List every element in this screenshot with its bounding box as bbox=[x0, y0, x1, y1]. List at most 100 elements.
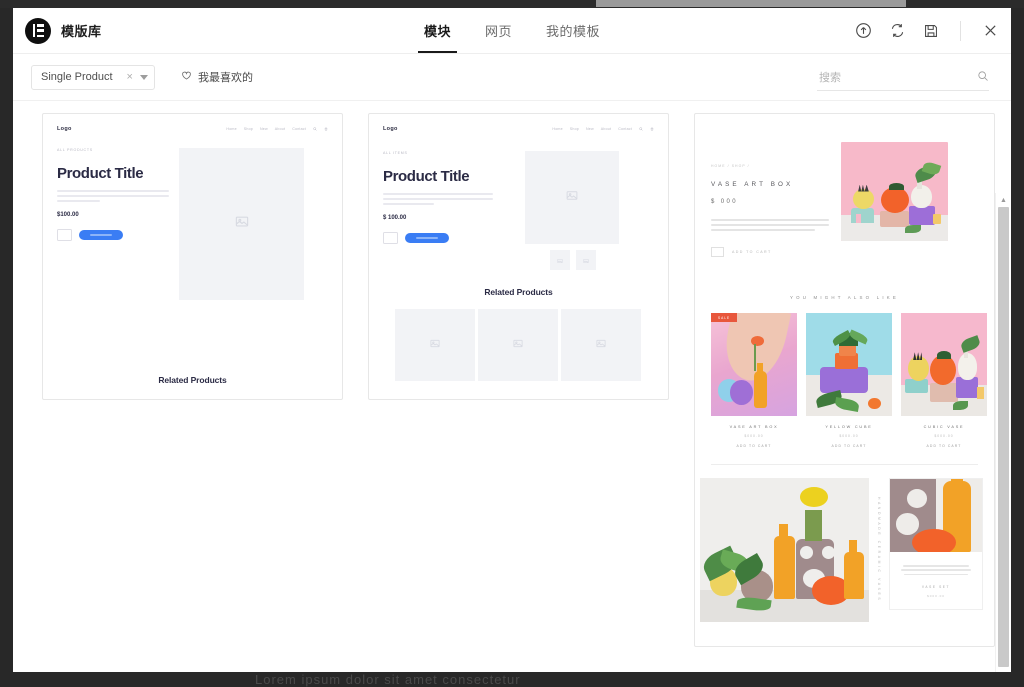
image-placeholder-icon bbox=[430, 336, 441, 354]
mock-product-body: ALL ITEMS Product Title $ 100.00 bbox=[369, 132, 668, 244]
search-icon bbox=[313, 127, 317, 131]
mock-logo: Logo bbox=[57, 126, 72, 132]
mock-side-card: VASE SET $000.00 bbox=[889, 478, 983, 611]
page-title: 模版库 bbox=[61, 24, 102, 39]
header-divider bbox=[960, 20, 961, 41]
tab-my-templates[interactable]: 我的模板 bbox=[546, 8, 600, 53]
mock-side-price: $000.00 bbox=[927, 594, 945, 599]
mock-quantity-input bbox=[711, 247, 724, 258]
mock-product-name: VASE ART BOX bbox=[729, 425, 779, 430]
backdrop-text: Lorem ipsum dolor sit amet consectetur bbox=[255, 672, 521, 687]
mock-product-body: ALL PRODUCTS Product Title $100.00 bbox=[43, 132, 342, 300]
mock-product-title: Product Title bbox=[383, 168, 470, 185]
mock-nav-item: Shop bbox=[569, 127, 579, 131]
sync-icon[interactable] bbox=[888, 22, 906, 40]
mock-product-name: CUBIC VASE bbox=[923, 425, 965, 430]
mock-related-products: SALE VASE ART BOX $000.00 ADD TO CART YE… bbox=[695, 313, 994, 448]
scroll-up-arrow-icon[interactable]: ▲ bbox=[996, 193, 1011, 207]
mock-nav-item: New bbox=[260, 127, 268, 131]
mock-nav-item: Home bbox=[552, 127, 563, 131]
mock-related-product: SALE VASE ART BOX $000.00 ADD TO CART bbox=[711, 313, 797, 448]
upload-icon[interactable] bbox=[854, 22, 872, 40]
search-box bbox=[817, 65, 989, 91]
mock-nav-item: Shop bbox=[243, 127, 253, 131]
mock-nav-item: Home bbox=[226, 127, 237, 131]
mock-logo: Logo bbox=[383, 126, 398, 132]
mock-product-price: $000.00 bbox=[934, 434, 954, 439]
mock-related-item bbox=[395, 309, 475, 381]
mock-add-to-cart-button bbox=[79, 229, 123, 240]
header-actions bbox=[854, 8, 999, 53]
favorites-filter[interactable]: 我最喜欢的 bbox=[181, 68, 253, 86]
filter-bar: Single Product × 我最喜欢的 bbox=[13, 54, 1011, 101]
mock-related-product: YELLOW CUBE $000.00 ADD TO CART bbox=[806, 313, 892, 448]
mock-nav: Home Shop New About Contact bbox=[552, 127, 654, 131]
mock-quantity-input bbox=[383, 231, 398, 244]
mock-quantity-input bbox=[57, 228, 72, 241]
mock-site-header: Logo Home Shop New About Contact bbox=[43, 114, 342, 132]
mock-breadcrumb: ALL ITEMS bbox=[383, 151, 408, 155]
mock-product-price: $000.00 bbox=[839, 434, 859, 439]
template-card-single-product-2[interactable]: Logo Home Shop New About Contact ALL ITE… bbox=[368, 113, 669, 400]
mock-nav-item: About bbox=[274, 127, 286, 131]
chevron-down-icon[interactable] bbox=[139, 74, 148, 80]
mock-nav: Home Shop New About Contact bbox=[226, 127, 328, 131]
mock-product-image bbox=[179, 148, 304, 300]
template-card-single-product-1[interactable]: Logo Home Shop New About Contact ALL PRO… bbox=[42, 113, 343, 400]
image-placeholder-icon bbox=[557, 251, 563, 269]
image-placeholder-icon bbox=[596, 336, 607, 354]
category-filter-chip[interactable]: Single Product × bbox=[31, 64, 155, 90]
category-filter-label: Single Product bbox=[41, 71, 113, 83]
search-icon bbox=[639, 127, 643, 131]
mock-add-to-cart-label: ADD TO CART bbox=[926, 444, 962, 449]
mock-nav-item: New bbox=[586, 127, 594, 131]
mock-related-title: Related Products bbox=[484, 287, 553, 297]
category-filter-clear-icon[interactable]: × bbox=[127, 71, 133, 83]
save-icon[interactable] bbox=[922, 22, 940, 40]
mock-breadcrumb: ALL PRODUCTS bbox=[57, 148, 93, 152]
mock-nav-item: Contact bbox=[618, 127, 632, 131]
template-grid-scroll-area: Logo Home Shop New About Contact ALL PRO… bbox=[13, 101, 1011, 672]
cart-icon bbox=[650, 127, 654, 131]
mock-description bbox=[57, 190, 169, 202]
template-card-vase-art-box[interactable]: HOME / SHOP / VASE ART BOX $ 000 ADD TO … bbox=[694, 113, 995, 647]
mock-product-photo: SALE bbox=[711, 313, 797, 417]
tab-pages[interactable]: 网页 bbox=[485, 8, 512, 53]
mock-hero-image bbox=[841, 142, 948, 241]
mock-add-to-cart-button bbox=[405, 232, 449, 243]
mock-site-header: Logo Home Shop New About Contact bbox=[369, 114, 668, 132]
template-library-modal: 模版库 模块 网页 我的模板 Single Product × 我最喜欢的 搜索… bbox=[13, 8, 1011, 672]
top-strip-highlight bbox=[596, 0, 906, 7]
mock-price: $ 000 bbox=[711, 199, 739, 205]
image-placeholder-icon bbox=[234, 214, 249, 234]
brand-logo: 模版库 bbox=[25, 17, 102, 44]
search-icon[interactable] bbox=[977, 69, 989, 87]
mock-related-title: Related Products bbox=[158, 375, 227, 385]
tab-blocks[interactable]: 模块 bbox=[417, 8, 458, 53]
mock-price: $100.00 bbox=[57, 211, 79, 218]
search-input[interactable] bbox=[817, 70, 961, 85]
mock-description bbox=[711, 219, 829, 232]
mock-product-photo bbox=[806, 313, 892, 417]
mock-add-to-cart-label: ADD TO CART bbox=[831, 444, 867, 449]
cart-icon bbox=[324, 127, 328, 131]
favorites-label: 我最喜欢的 bbox=[197, 72, 253, 84]
mock-product-name: YELLOW CUBE bbox=[825, 425, 873, 430]
mock-product-image bbox=[525, 151, 619, 244]
mock-related-item bbox=[478, 309, 558, 381]
mock-product-price: $000.00 bbox=[744, 434, 764, 439]
vertical-scrollbar[interactable]: ▲ ▼ bbox=[995, 193, 1011, 672]
modal-header: 模版库 模块 网页 我的模板 bbox=[13, 8, 1011, 54]
mock-side-name: VASE SET bbox=[921, 585, 951, 590]
image-placeholder-icon bbox=[513, 336, 524, 354]
heart-icon bbox=[181, 68, 192, 86]
elementor-logo-icon bbox=[25, 17, 51, 44]
mock-buy-row bbox=[57, 228, 169, 241]
template-grid: Logo Home Shop New About Contact ALL PRO… bbox=[13, 101, 995, 647]
mock-section-title: YOU MIGHT ALSO LIKE bbox=[789, 295, 900, 301]
close-icon[interactable] bbox=[981, 22, 999, 40]
mock-nav-item: Contact bbox=[292, 127, 306, 131]
scrollbar-thumb[interactable] bbox=[998, 207, 1009, 667]
mock-product-title: VASE ART BOX bbox=[711, 181, 794, 188]
mock-thumbnail-strip bbox=[550, 250, 596, 270]
